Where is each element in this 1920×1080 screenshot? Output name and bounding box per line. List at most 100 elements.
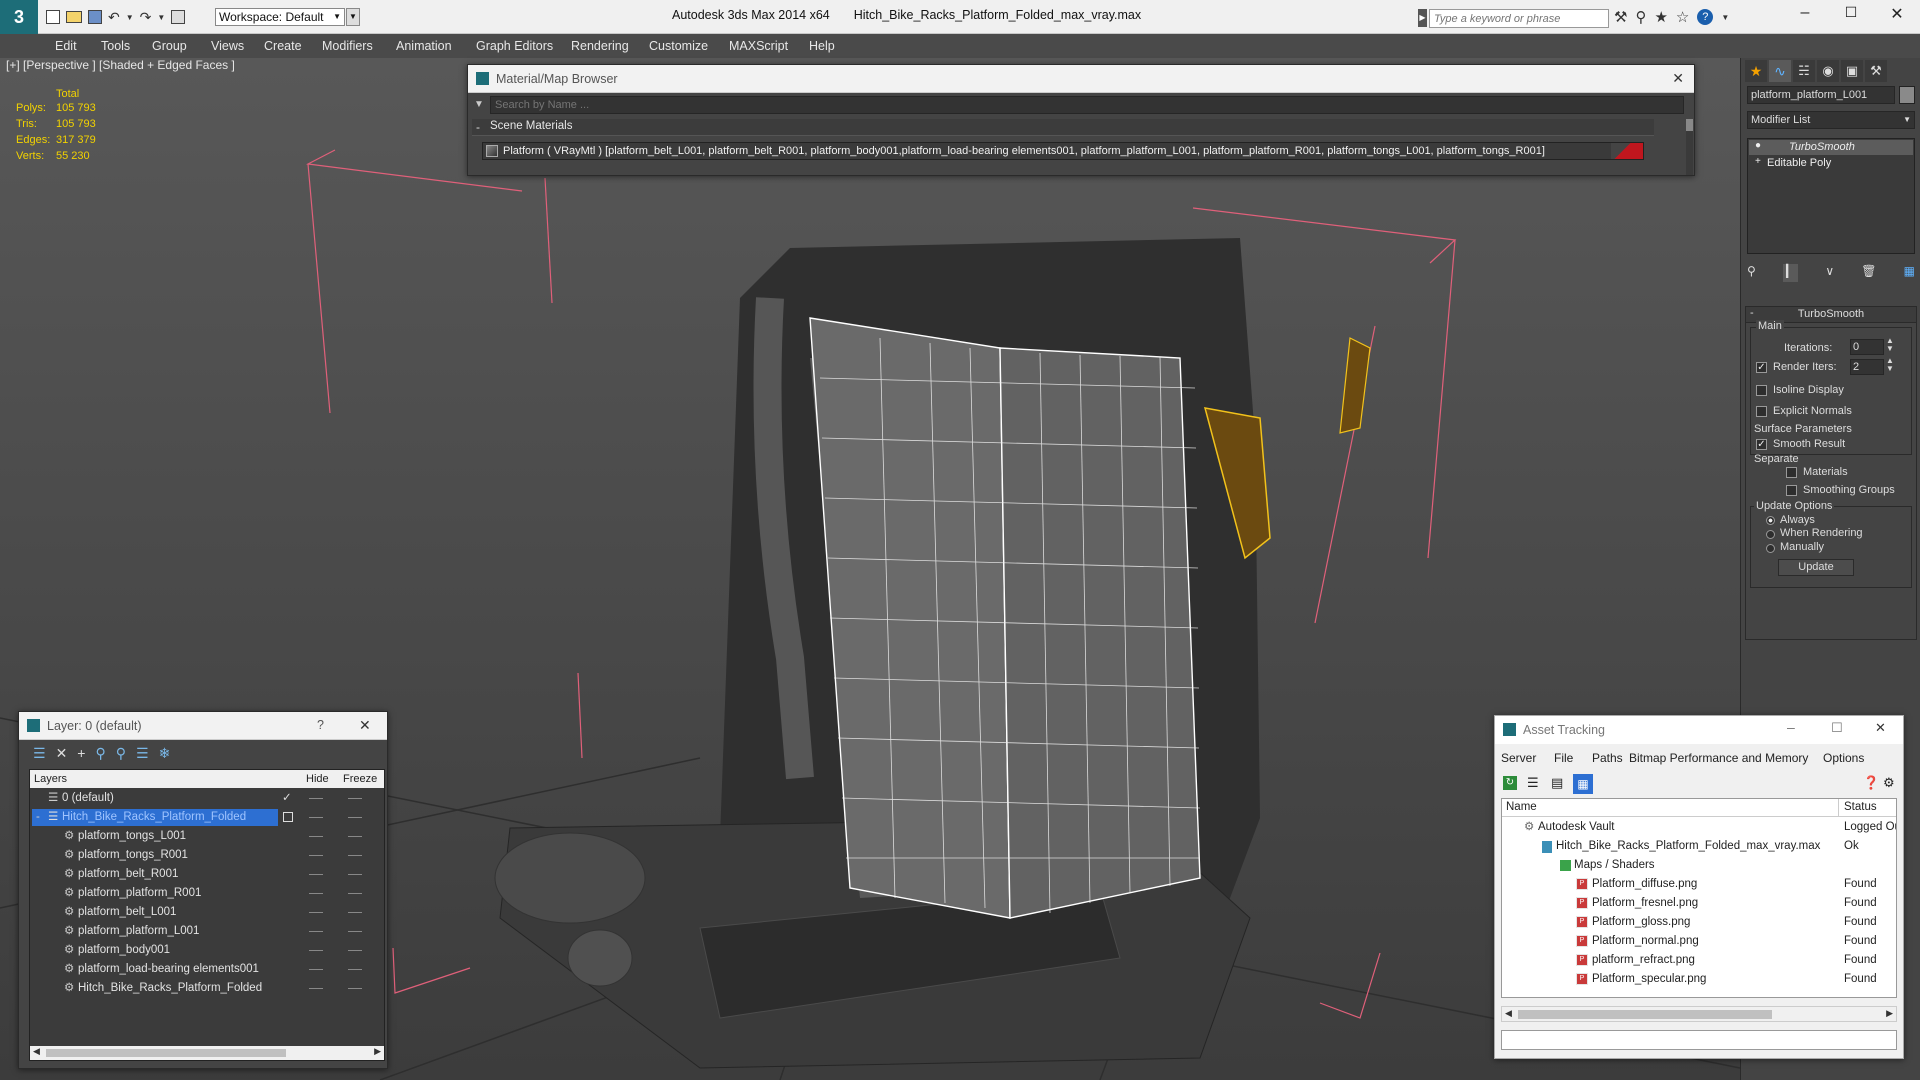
open-file-icon[interactable] (66, 11, 82, 23)
object-row[interactable]: ⚙ platform_belt_R001 (30, 865, 384, 884)
make-unique-icon[interactable]: ∨ (1825, 264, 1834, 282)
redo-icon[interactable]: ↷ (140, 9, 152, 26)
object-row[interactable]: ⚙ platform_load-bearing elements001 (30, 960, 384, 979)
hide-all-icon[interactable]: ☰ (136, 745, 149, 765)
asset-row[interactable]: Maps / Shaders (1502, 856, 1896, 875)
spinner-arrows-icon[interactable]: ▲ ▼ (1886, 357, 1894, 373)
redo-dropdown-icon[interactable]: ▼ (157, 13, 165, 22)
render-iters-spinner[interactable] (1850, 359, 1884, 375)
object-row[interactable]: ⚙ platform_platform_L001 (30, 922, 384, 941)
expand-icon[interactable]: + (1755, 156, 1761, 167)
always-radio[interactable] (1766, 516, 1775, 525)
hierarchy-tab-icon[interactable]: ☵ (1793, 60, 1815, 82)
undo-dropdown-icon[interactable]: ▼ (126, 13, 134, 22)
menu-help[interactable]: Help (809, 39, 835, 53)
configure-sets-icon[interactable]: ▦ (1904, 264, 1915, 282)
layer-hscrollbar[interactable]: ◀ ▶ (30, 1046, 384, 1060)
highlight-layer-icon[interactable]: ⚲ (116, 745, 126, 765)
explicit-normals-checkbox[interactable] (1756, 406, 1767, 417)
asset-menu-file[interactable]: File (1554, 751, 1573, 765)
col-freeze[interactable]: Freeze (343, 773, 377, 785)
filter-dropdown-icon[interactable]: ▼ (474, 99, 484, 110)
isoline-display-checkbox[interactable] (1756, 385, 1767, 396)
close-button[interactable]: ✕ (1882, 4, 1912, 28)
menu-maxscript[interactable]: MAXScript (729, 39, 788, 53)
maximize-button[interactable]: ☐ (1836, 4, 1866, 28)
asset-menu-server[interactable]: Server (1501, 751, 1536, 765)
menu-views[interactable]: Views (211, 39, 244, 53)
menu-group[interactable]: Group (152, 39, 187, 53)
spinner-arrows-icon[interactable]: ▲ ▼ (1886, 337, 1894, 353)
menu-tools[interactable]: Tools (101, 39, 130, 53)
active-layer-check-icon[interactable]: ✓ (282, 789, 292, 808)
col-hide[interactable]: Hide (306, 773, 329, 785)
menu-modifiers[interactable]: Modifiers (322, 39, 373, 53)
binoculars-icon[interactable]: ⚒ (1614, 8, 1627, 26)
material-browser-titlebar[interactable]: Material/Map Browser ✕ (468, 65, 1694, 93)
col-name[interactable]: Name (1506, 801, 1537, 813)
communication-center-icon[interactable]: ★ (1654, 8, 1667, 26)
select-in-layer-icon[interactable]: ⚲ (95, 745, 105, 765)
help-icon[interactable]: ? (1697, 9, 1714, 25)
menu-animation[interactable]: Animation (396, 39, 452, 53)
delete-layer-icon[interactable]: ✕ (56, 745, 68, 765)
material-item[interactable]: Platform ( VRayMtl ) [platform_belt_L001… (482, 142, 1644, 160)
help-dropdown-icon[interactable]: ▼ (1721, 13, 1729, 22)
list-view-icon[interactable]: ☰ (1527, 775, 1539, 791)
col-status[interactable]: Status (1844, 801, 1877, 813)
search-input[interactable] (1429, 9, 1609, 28)
separate-materials-checkbox[interactable] (1786, 467, 1797, 478)
scene-materials-header[interactable]: - Scene Materials (472, 119, 1654, 136)
asset-path-field[interactable] (1501, 1030, 1897, 1050)
utilities-tab-icon[interactable]: ⚒ (1865, 60, 1887, 82)
table-view-icon[interactable]: ▦ (1573, 774, 1593, 794)
object-row[interactable]: ⚙ platform_belt_L001 (30, 903, 384, 922)
col-layers[interactable]: Layers (34, 773, 67, 785)
menu-edit[interactable]: Edit (55, 39, 77, 53)
help-icon[interactable]: ❓ (1863, 775, 1879, 791)
layer-titlebar[interactable]: Layer: 0 (default) ? ✕ (19, 712, 387, 740)
maximize-button[interactable]: ☐ (1831, 720, 1843, 736)
settings-icon[interactable]: ⚙ (1883, 775, 1895, 791)
minimize-button[interactable]: – (1790, 4, 1820, 28)
show-end-result-icon[interactable]: ▎ (1782, 264, 1799, 282)
workspace-dropdown[interactable]: Workspace: Default ▼ (215, 8, 345, 26)
asset-menu-paths[interactable]: Paths (1592, 751, 1623, 765)
favorites-icon[interactable]: ☆ (1676, 8, 1689, 26)
workspace-extra-dropdown[interactable]: ▼ (346, 8, 360, 26)
create-tab-icon[interactable]: ★ (1745, 60, 1767, 82)
object-row[interactable]: ⚙ platform_body001 (30, 941, 384, 960)
layer-row[interactable]: ☰ 0 (default) ✓ (30, 789, 384, 808)
hold-icon[interactable] (171, 10, 186, 24)
refresh-icon[interactable]: ↻ (1503, 776, 1517, 790)
help-icon[interactable]: ? (317, 718, 324, 732)
key-tools-icon[interactable]: ⚲ (1635, 8, 1646, 26)
viewport-label[interactable]: [+] [Perspective ] [Shaded + Edged Faces… (6, 58, 235, 72)
smoothing-groups-checkbox[interactable] (1786, 485, 1797, 496)
freeze-all-icon[interactable]: ❄ (159, 745, 171, 765)
asset-titlebar[interactable]: Asset Tracking – ☐ ✕ (1495, 716, 1903, 744)
material-search-input[interactable] (490, 96, 1684, 114)
minimize-button[interactable]: – (1787, 719, 1795, 735)
object-name-field[interactable] (1747, 86, 1895, 104)
app-logo-icon[interactable]: 3 (0, 0, 38, 34)
menu-customize[interactable]: Customize (649, 39, 708, 53)
smooth-result-checkbox[interactable]: ✓ (1756, 439, 1767, 450)
asset-menu-options[interactable]: Options (1823, 751, 1864, 765)
asset-row[interactable]: P Platform_specular.png Found (1502, 970, 1896, 989)
save-file-icon[interactable] (88, 10, 102, 24)
asset-hscrollbar[interactable]: ◀ ▶ (1501, 1006, 1897, 1022)
iterations-spinner[interactable] (1850, 339, 1884, 355)
asset-row[interactable]: P Platform_diffuse.png Found (1502, 875, 1896, 894)
lightbulb-icon[interactable]: ● (1755, 140, 1761, 151)
update-button[interactable]: Update (1778, 559, 1854, 576)
object-row[interactable]: ⚙ Hitch_Bike_Racks_Platform_Folded (30, 979, 384, 998)
layer-row-selected[interactable]: - ☰ Hitch_Bike_Racks_Platform_Folded (30, 808, 384, 827)
close-icon[interactable]: ✕ (1672, 70, 1684, 87)
remove-modifier-icon[interactable]: 🗑 (1861, 264, 1876, 282)
asset-row[interactable]: P platform_refract.png Found (1502, 951, 1896, 970)
object-row[interactable]: ⚙ platform_tongs_R001 (30, 846, 384, 865)
object-color-swatch[interactable] (1899, 86, 1915, 104)
object-row[interactable]: ⚙ platform_platform_R001 (30, 884, 384, 903)
new-layer-icon[interactable]: ☰ (33, 745, 46, 765)
